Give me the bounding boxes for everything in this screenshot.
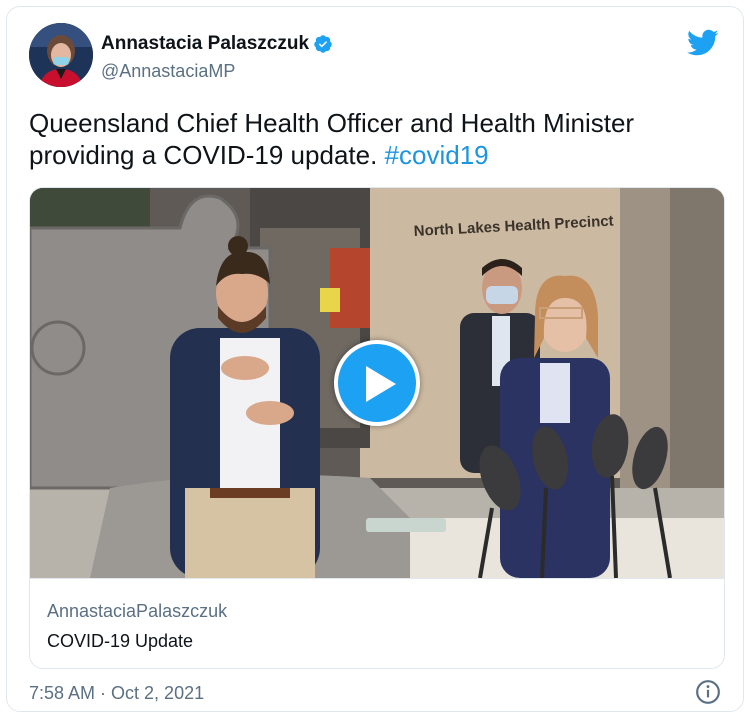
tweet-text: Queensland Chief Health Officer and Heal…: [29, 107, 719, 171]
tweet-body-text: Queensland Chief Health Officer and Heal…: [29, 108, 635, 170]
author-name-block: Annastacia Palaszczuk @AnnastaciaMP: [101, 33, 333, 82]
video-player[interactable]: North Lakes Health Precinct: [30, 188, 724, 578]
avatar-image: [29, 23, 93, 87]
card-footer[interactable]: AnnastaciaPalaszczuk COVID-19 Update: [30, 578, 724, 668]
tweet-header: Annastacia Palaszczuk @AnnastaciaMP: [29, 23, 727, 93]
author-handle[interactable]: @AnnastaciaMP: [101, 61, 333, 82]
play-icon: [366, 366, 396, 402]
tweet-timestamp[interactable]: 7:58 AM · Oct 2, 2021: [29, 683, 204, 704]
tweet-card[interactable]: Annastacia Palaszczuk @AnnastaciaMP Quee…: [6, 6, 744, 712]
author-display-name[interactable]: Annastacia Palaszczuk: [101, 33, 333, 55]
author-display-name-text[interactable]: Annastacia Palaszczuk: [101, 33, 309, 55]
card-title[interactable]: COVID-19 Update: [47, 631, 193, 652]
hashtag-link[interactable]: #covid19: [385, 140, 489, 170]
verified-badge-icon: [314, 35, 332, 53]
author-avatar[interactable]: [29, 23, 93, 87]
play-button[interactable]: [334, 340, 420, 426]
info-icon[interactable]: [695, 679, 721, 705]
media-card[interactable]: North Lakes Health Precinct AnnastaciaPa…: [29, 187, 725, 669]
twitter-bird-icon[interactable]: [687, 29, 719, 57]
card-source: AnnastaciaPalaszczuk: [47, 601, 228, 621]
